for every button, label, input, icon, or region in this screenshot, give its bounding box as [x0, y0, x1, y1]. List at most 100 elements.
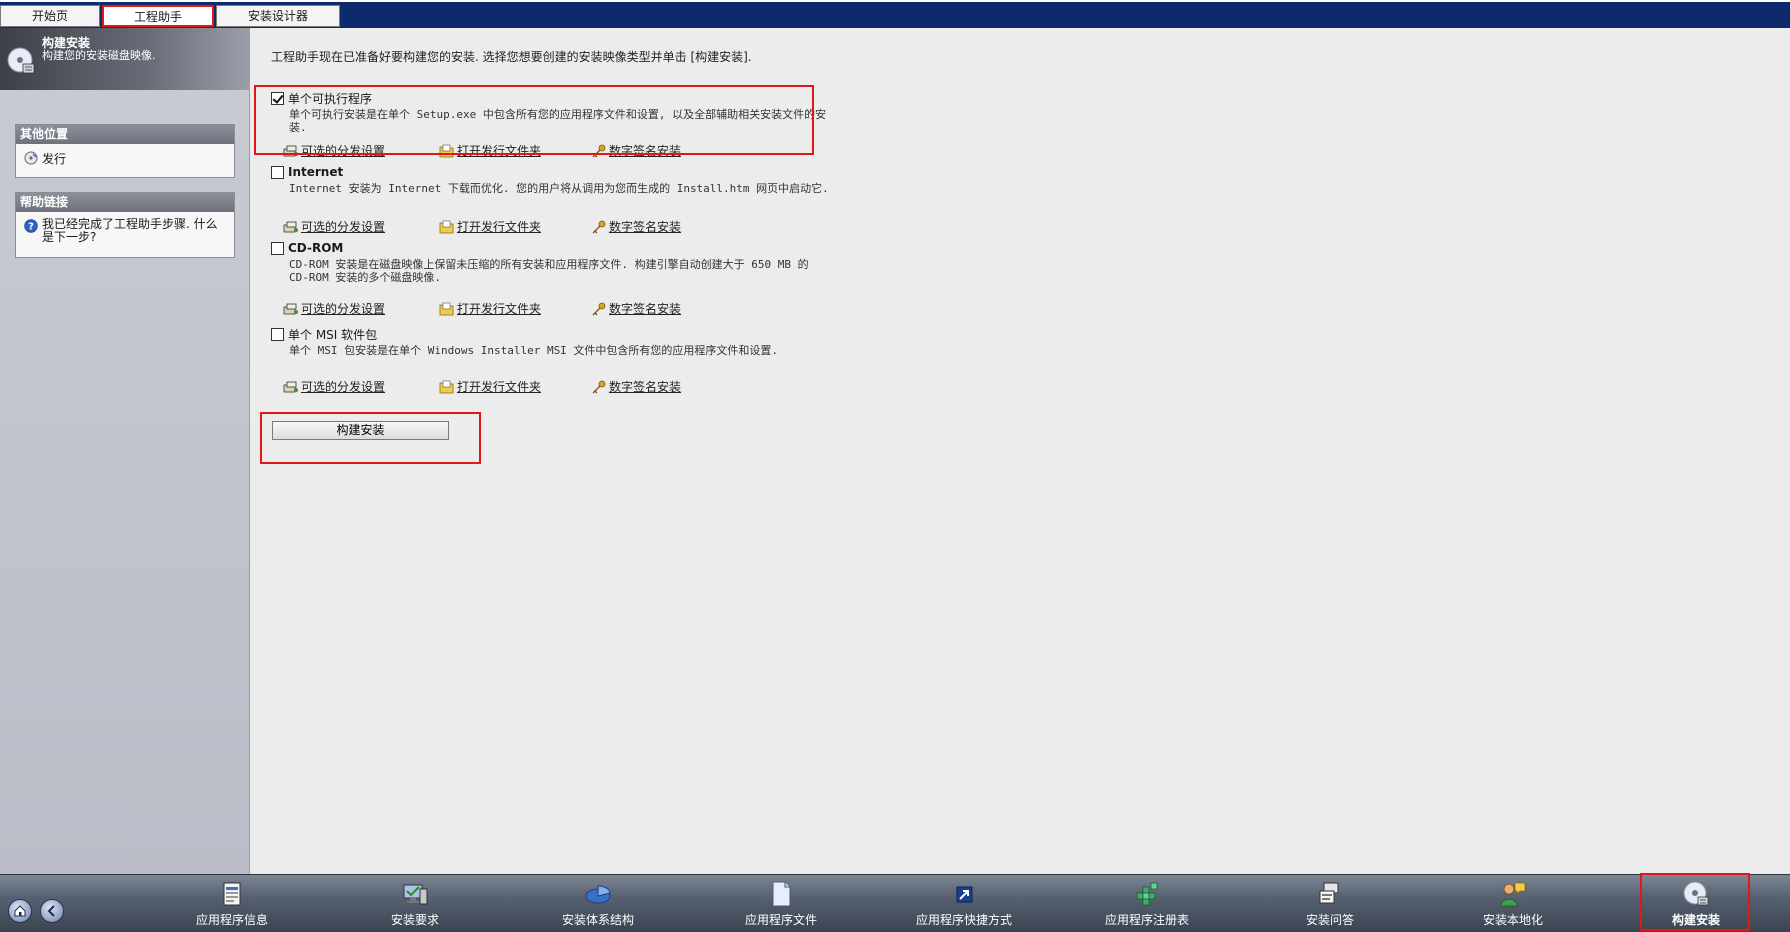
step-installation-architecture[interactable]: 安装体系结构	[523, 879, 673, 931]
link-label: 数字签名安装	[609, 302, 682, 316]
build-installation-button[interactable]: 构建安装	[272, 421, 449, 440]
svg-text:?: ?	[28, 222, 34, 233]
digital-sign-link[interactable]: 数字签名安装	[591, 300, 681, 317]
help-link-next-step[interactable]: ? 我已经完成了工程助手步骤. 什么是下一步?	[24, 218, 226, 244]
home-icon	[14, 905, 26, 917]
step-label: 应用程序文件	[744, 913, 817, 927]
link-label: 打开发行文件夹	[457, 144, 542, 158]
app-info-icon	[223, 882, 241, 906]
step-application-information[interactable]: 应用程序信息	[157, 879, 307, 931]
key-icon	[592, 380, 606, 393]
step-label: 应用程序注册表	[1104, 913, 1189, 927]
build-disc-icon	[7, 47, 35, 74]
option-single-executable: 单个可执行程序 单个可执行安装是在单个 Setup.exe 中包含所有您的应用程…	[271, 90, 831, 134]
tab-project-assistant[interactable]: 工程助手	[102, 5, 214, 27]
distribution-settings-link[interactable]: 可选的分发设置	[283, 142, 385, 159]
option-cdrom: CD-ROM CD-ROM 安装是在磁盘映像上保留未压缩的所有安装和应用程序文件…	[271, 240, 831, 284]
tab-bar: 开始页 工程助手 安装设计器	[0, 0, 1790, 28]
option-title: 单个 MSI 软件包	[288, 327, 378, 342]
step-build-installation[interactable]: 构建安装	[1621, 879, 1771, 931]
cdrom-checkbox[interactable]	[271, 241, 284, 255]
tab-start-page[interactable]: 开始页	[0, 5, 100, 27]
option-description: 单个可执行安装是在单个 Setup.exe 中包含所有您的应用程序文件和设置, …	[289, 108, 827, 134]
back-arrow-icon	[47, 905, 55, 917]
bottom-step-bar: 应用程序信息 安装要求 安装体系结构 应用程序文件 应用程序快捷方式 应用程序注…	[0, 873, 1790, 932]
option-description: 单个 MSI 包安装是在单个 Windows Installer MSI 文件中…	[289, 344, 779, 357]
distribution-icon	[283, 145, 298, 156]
step-installation-requirements[interactable]: 安装要求	[340, 879, 490, 931]
step-label: 安装要求	[390, 913, 439, 927]
distribution-settings-link[interactable]: 可选的分发设置	[283, 378, 385, 395]
digital-sign-link[interactable]: 数字签名安装	[591, 378, 681, 395]
link-label: 可选的分发设置	[301, 380, 386, 394]
step-label: 安装问答	[1305, 913, 1354, 927]
single-msi-checkbox[interactable]	[271, 327, 284, 341]
folder-icon	[439, 302, 454, 315]
tab-installation-designer[interactable]: 安装设计器	[216, 5, 340, 27]
other-locations-heading: 其他位置	[16, 125, 234, 144]
open-release-folder-link[interactable]: 打开发行文件夹	[439, 378, 541, 395]
sidebar-subtitle: 构建您的安装磁盘映像.	[42, 49, 156, 62]
link-label: 可选的分发设置	[301, 220, 386, 234]
distribution-icon	[283, 303, 298, 314]
release-icon	[24, 151, 38, 165]
distribution-settings-link[interactable]: 可选的分发设置	[283, 218, 385, 235]
link-label: 打开发行文件夹	[457, 220, 542, 234]
sidebar-header: 构建安装 构建您的安装磁盘映像.	[0, 28, 250, 90]
option-single-msi: 单个 MSI 软件包 单个 MSI 包安装是在单个 Windows Instal…	[271, 326, 831, 357]
folder-icon	[439, 144, 454, 157]
step-application-files[interactable]: 应用程序文件	[706, 879, 856, 931]
option-internet: Internet Internet 安装为 Internet 下载而优化. 您的…	[271, 164, 831, 195]
step-label: 构建安装	[1671, 913, 1720, 927]
architecture-icon	[585, 885, 611, 904]
intro-text: 工程助手现在已准备好要构建您的安装. 选择您想要创建的安装映像类型并单击 [构建…	[271, 50, 752, 64]
localization-icon	[1500, 882, 1526, 907]
option-title: 单个可执行程序	[288, 91, 373, 106]
option-title: CD-ROM	[288, 241, 344, 255]
single-executable-checkbox[interactable]	[271, 91, 284, 105]
distribution-icon	[283, 381, 298, 392]
option-links-cdrom: 可选的分发设置 打开发行文件夹 数字签名安装	[271, 300, 791, 316]
sidebar: 构建安装 构建您的安装磁盘映像. 其他位置 发行 帮助链接 ? 我已经完成了工程…	[0, 28, 250, 874]
sidebar-item-label: 发行	[42, 152, 67, 166]
step-label: 安装体系结构	[561, 913, 634, 927]
registry-icon	[1136, 882, 1158, 906]
step-installation-localization[interactable]: 安装本地化	[1438, 879, 1588, 931]
sidebar-item-release[interactable]: 发行	[24, 150, 226, 167]
open-release-folder-link[interactable]: 打开发行文件夹	[439, 300, 541, 317]
key-icon	[592, 144, 606, 157]
requirements-icon	[403, 884, 428, 905]
step-label: 应用程序快捷方式	[915, 913, 1012, 927]
open-release-folder-link[interactable]: 打开发行文件夹	[439, 142, 541, 159]
home-button[interactable]	[8, 899, 32, 923]
open-release-folder-link[interactable]: 打开发行文件夹	[439, 218, 541, 235]
back-button[interactable]	[40, 899, 64, 923]
digital-sign-link[interactable]: 数字签名安装	[591, 218, 681, 235]
link-label: 数字签名安装	[609, 220, 682, 234]
step-label: 应用程序信息	[195, 913, 268, 927]
option-links-single-msi: 可选的分发设置 打开发行文件夹 数字签名安装	[271, 378, 791, 394]
link-label: 可选的分发设置	[301, 302, 386, 316]
app-files-icon	[772, 881, 791, 907]
shortcut-icon	[956, 886, 973, 903]
digital-sign-link[interactable]: 数字签名安装	[591, 142, 681, 159]
option-links-single-executable: 可选的分发设置 打开发行文件夹 数字签名安装	[271, 142, 791, 158]
distribution-settings-link[interactable]: 可选的分发设置	[283, 300, 385, 317]
step-application-registry[interactable]: 应用程序注册表	[1072, 879, 1222, 931]
help-links-panel: 帮助链接 ? 我已经完成了工程助手步骤. 什么是下一步?	[15, 192, 235, 258]
option-links-internet: 可选的分发设置 打开发行文件夹 数字签名安装	[271, 218, 791, 234]
link-label: 数字签名安装	[609, 380, 682, 394]
link-label: 可选的分发设置	[301, 144, 386, 158]
distribution-icon	[283, 221, 298, 232]
option-title: Internet	[288, 165, 344, 179]
step-application-shortcuts[interactable]: 应用程序快捷方式	[889, 879, 1039, 931]
folder-icon	[439, 220, 454, 233]
internet-checkbox[interactable]	[271, 165, 284, 179]
main-content: 工程助手现在已准备好要构建您的安装. 选择您想要创建的安装映像类型并单击 [构建…	[251, 28, 1790, 874]
step-label: 安装本地化	[1482, 913, 1543, 927]
help-link-label: 我已经完成了工程助手步骤. 什么是下一步?	[42, 217, 218, 244]
folder-icon	[439, 380, 454, 393]
step-installation-interview[interactable]: 安装问答	[1255, 879, 1405, 931]
help-icon: ?	[24, 219, 38, 233]
interview-icon	[1319, 882, 1339, 904]
